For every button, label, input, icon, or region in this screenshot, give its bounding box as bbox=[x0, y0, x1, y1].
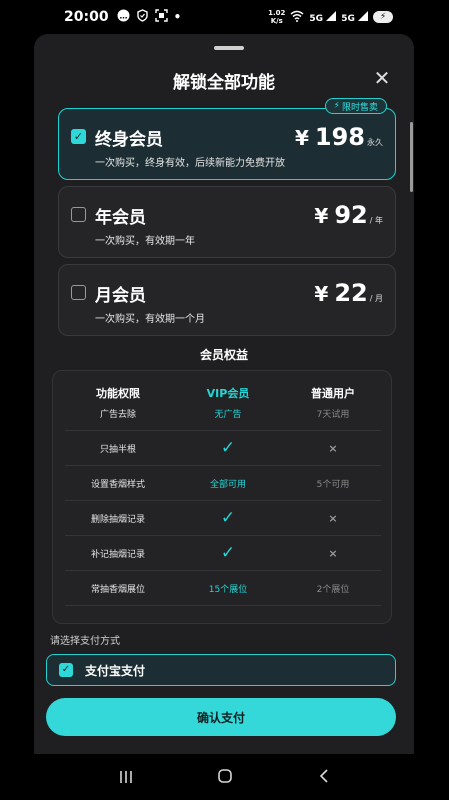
back-icon[interactable] bbox=[309, 768, 339, 789]
price-unit: / 月 bbox=[369, 294, 383, 303]
plan-lifetime[interactable]: ⚡ 限时售卖 ✓ 终身会员 一次购买，终身有效，后续新能力免费开放 ¥ 198 … bbox=[58, 98, 396, 180]
feature-cell: 广告去除 bbox=[99, 409, 136, 420]
scroll-indicator bbox=[410, 122, 413, 192]
feature-cell: 删除抽烟记录 bbox=[90, 514, 145, 525]
status-time: 20:00 bbox=[64, 9, 109, 25]
plan-price: ¥ 22 / 月 bbox=[314, 279, 383, 307]
feature-cell: 补记抽烟记录 bbox=[90, 549, 145, 560]
sheet-title: 解锁全部功能 bbox=[173, 73, 275, 93]
check-icon: ✓ bbox=[220, 543, 236, 563]
sheet-handle[interactable] bbox=[214, 46, 244, 50]
plan-name: 月会员 bbox=[95, 286, 146, 306]
table-row: 补记抽烟记录 ✓ × bbox=[65, 536, 381, 571]
scan-notification-icon bbox=[154, 9, 168, 25]
price-currency: ¥ bbox=[314, 204, 329, 228]
cross-icon: × bbox=[328, 511, 338, 525]
home-icon[interactable] bbox=[210, 768, 240, 789]
alipay-option[interactable]: ✓ 支付宝支付 bbox=[46, 654, 396, 686]
plan-name: 终身会员 bbox=[95, 130, 163, 150]
signal-icon: 5G bbox=[309, 10, 337, 24]
svg-text:…: … bbox=[119, 12, 127, 21]
table-row: 广告去除 无广告 7天试用 bbox=[65, 396, 381, 431]
plan-desc: 一次购买，终身有效，后续新能力免费开放 bbox=[95, 158, 285, 169]
payment-method-label: 请选择支付方式 bbox=[50, 636, 120, 647]
more-dot-icon: • bbox=[173, 10, 182, 24]
price-unit: / 年 bbox=[369, 216, 383, 225]
plan-desc: 一次购买，有效期一个月 bbox=[95, 314, 205, 325]
notification-icons: … • bbox=[117, 9, 182, 25]
cross-icon: × bbox=[328, 546, 338, 560]
signal-icon-2: 5G bbox=[341, 10, 368, 24]
normal-cell: 7天试用 bbox=[316, 409, 350, 420]
price-amount: 92 bbox=[334, 201, 368, 229]
plan-checkbox[interactable] bbox=[71, 285, 86, 300]
status-bar: 20:00 … • 1.02 K/s 5G 5G ⚡ bbox=[0, 0, 449, 34]
status-right: 1.02 K/s 5G 5G ⚡ bbox=[268, 9, 393, 25]
table-row: 删除抽烟记录 ✓ × bbox=[65, 501, 381, 536]
plan-desc: 一次购买，有效期一年 bbox=[95, 236, 195, 247]
alipay-label: 支付宝支付 bbox=[85, 663, 146, 678]
lightning-icon: ⚡ bbox=[333, 101, 340, 111]
chat-notification-icon: … bbox=[117, 9, 130, 25]
signal-label-2: 5G bbox=[341, 13, 355, 24]
table-row: 常抽香烟展位 15个展位 2个展位 bbox=[65, 571, 381, 606]
plan-price: ¥ 92 / 年 bbox=[314, 201, 383, 229]
price-amount: 22 bbox=[334, 279, 368, 307]
shield-notification-icon bbox=[136, 9, 149, 25]
price-unit: 永久 bbox=[367, 138, 383, 147]
price-amount: 198 bbox=[314, 123, 365, 151]
badge-label: 限时售卖 bbox=[341, 102, 378, 113]
wifi-icon bbox=[290, 10, 304, 24]
unlock-sheet: 解锁全部功能 ✕ ⚡ 限时售卖 ✓ 终身会员 一次购买，终身有效，后续新能力免费… bbox=[34, 34, 414, 754]
system-nav-bar bbox=[0, 756, 449, 800]
feature-cell: 设置香烟样式 bbox=[90, 479, 145, 490]
price-currency: ¥ bbox=[294, 126, 309, 150]
cross-icon: × bbox=[328, 441, 338, 455]
net-speed-unit: K/s bbox=[270, 17, 283, 25]
plan-name: 年会员 bbox=[95, 208, 146, 228]
plan-checkbox[interactable] bbox=[71, 207, 86, 222]
net-speed-value: 1.02 bbox=[268, 9, 286, 17]
check-icon: ✓ bbox=[220, 438, 236, 458]
benefits-title: 会员权益 bbox=[199, 348, 248, 362]
table-row: 只抽半根 ✓ × bbox=[65, 431, 381, 466]
signal-label-1: 5G bbox=[309, 13, 324, 24]
vip-cell: 无广告 bbox=[214, 409, 242, 420]
vip-cell: 15个展位 bbox=[208, 584, 248, 595]
plan-price: ¥ 198 永久 bbox=[295, 123, 383, 151]
plan-yearly[interactable]: 年会员 一次购买，有效期一年 ¥ 92 / 年 bbox=[58, 186, 396, 258]
feature-cell: 常抽香烟展位 bbox=[90, 584, 145, 595]
normal-cell: 5个可用 bbox=[316, 479, 350, 490]
check-icon: ✓ bbox=[220, 508, 236, 528]
table-row: 设置香烟样式 全部可用 5个可用 bbox=[65, 466, 381, 501]
normal-cell: 2个展位 bbox=[316, 584, 350, 595]
plan-monthly[interactable]: 月会员 一次购买，有效期一个月 ¥ 22 / 月 bbox=[58, 264, 396, 336]
battery-charging-icon: ⚡ bbox=[373, 11, 393, 23]
alipay-checkbox[interactable]: ✓ bbox=[59, 663, 73, 677]
limited-sale-badge: ⚡ 限时售卖 bbox=[324, 98, 387, 114]
benefits-table: 功能权限 VIP会员 普通用户 广告去除 无广告 7天试用 只抽半根 ✓ × 设… bbox=[52, 370, 392, 624]
net-speed: 1.02 K/s bbox=[268, 9, 285, 25]
vip-cell: 全部可用 bbox=[209, 479, 246, 490]
close-icon[interactable]: ✕ bbox=[372, 68, 392, 88]
recent-apps-icon[interactable] bbox=[111, 768, 141, 789]
price-currency: ¥ bbox=[314, 282, 329, 306]
confirm-pay-button[interactable]: 确认支付 bbox=[46, 698, 396, 736]
plan-checkbox-checked[interactable]: ✓ bbox=[71, 129, 86, 144]
feature-cell: 只抽半根 bbox=[99, 444, 136, 455]
